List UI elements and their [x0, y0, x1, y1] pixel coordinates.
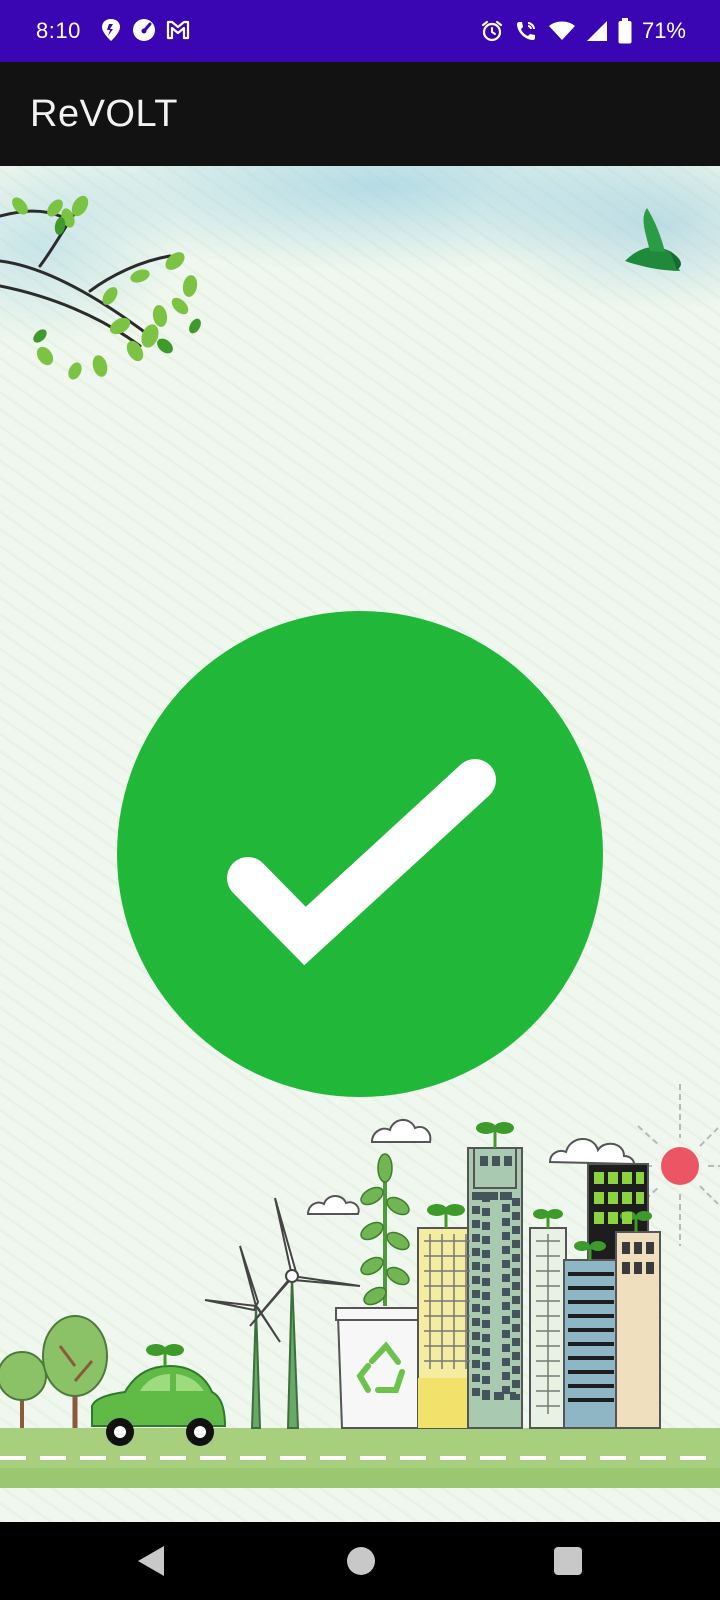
- alarm-icon: [481, 20, 503, 42]
- speedometer-icon: [133, 19, 155, 41]
- app-bar: ReVOLT: [0, 62, 720, 166]
- bird-illustration: [625, 208, 681, 271]
- pin-icon: [102, 19, 120, 41]
- wifi-icon: [548, 21, 575, 40]
- gmail-icon: [166, 20, 190, 40]
- check-circle-icon: [117, 611, 603, 1097]
- main-content: [0, 166, 720, 1522]
- recents-button[interactable]: [553, 1546, 583, 1576]
- status-right-icons: 71%: [480, 16, 686, 46]
- wifi-calling-icon: [516, 22, 535, 40]
- app-title: ReVOLT: [30, 93, 179, 135]
- status-left-icons: [100, 18, 190, 42]
- eco-scene: [0, 195, 720, 1488]
- status-time: 8:10: [36, 18, 81, 43]
- back-button[interactable]: [136, 1544, 166, 1578]
- battery-percent: 71%: [641, 18, 686, 43]
- trees-illustration: [0, 1315, 108, 1428]
- buildings-illustration: [417, 1122, 661, 1429]
- eco-city-illustration: [0, 1084, 720, 1488]
- battery-icon: [618, 18, 632, 44]
- tree-branch-illustration: [0, 195, 201, 380]
- signal-icon: [586, 21, 607, 41]
- home-button[interactable]: [346, 1546, 376, 1576]
- navigation-bar: [0, 1522, 720, 1600]
- status-bar: 8:10 71%: [0, 0, 720, 62]
